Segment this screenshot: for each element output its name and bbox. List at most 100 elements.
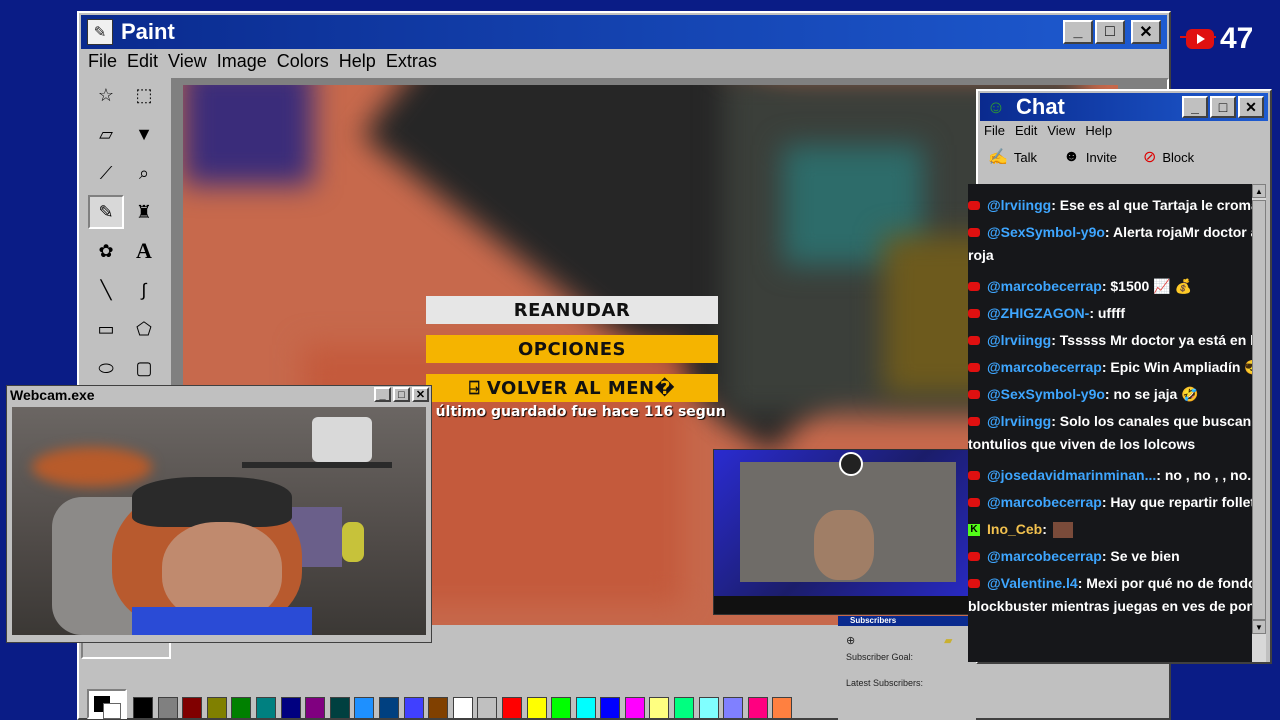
polygon-icon[interactable]: ⬠: [126, 312, 162, 346]
chat-menu-edit[interactable]: Edit: [1015, 123, 1037, 138]
scroll-thumb[interactable]: [1252, 200, 1266, 620]
palette-swatch[interactable]: [575, 697, 596, 719]
back-to-menu-button[interactable]: ⍈ VOLVER AL MEN�: [426, 374, 718, 402]
palette-swatch[interactable]: [723, 697, 744, 719]
palette-swatch[interactable]: [501, 697, 522, 719]
menu-help[interactable]: Help: [336, 51, 379, 75]
chat-username[interactable]: @SexSymbol-y9o: [987, 224, 1105, 240]
palette-swatch[interactable]: [378, 697, 399, 719]
text-icon[interactable]: A: [126, 234, 162, 268]
chat-username[interactable]: @marcobecerrap: [987, 359, 1102, 375]
color-picker-icon[interactable]: ⟋: [88, 156, 124, 190]
webcam-maximize-button[interactable]: □: [393, 387, 410, 402]
ellipse-icon[interactable]: ⬭: [88, 351, 124, 385]
chat-titlebar[interactable]: ☺ Chat _ □ ✕: [980, 93, 1268, 121]
toolbox: ☆ ⬚ ▱ ▼ ⟋ ⌕ ✎ ♜ ✿ A ╲ ∫ ▭ ⬠ ⬭ ▢: [86, 76, 168, 386]
scroll-up-icon[interactable]: ▲: [1252, 184, 1266, 198]
chat-username[interactable]: Ino_Ceb: [987, 521, 1042, 537]
palette-swatch[interactable]: [624, 697, 645, 719]
palette-swatch[interactable]: [133, 697, 153, 719]
chat-username[interactable]: @josedavidmarinminan...: [987, 467, 1156, 483]
youtube-icon: [1186, 29, 1214, 49]
block-icon: ⊘: [1142, 149, 1157, 166]
chat-scrollbar[interactable]: ▲ ▼: [1252, 184, 1266, 662]
paint-menubar: File Edit View Image Colors Help Extras: [85, 51, 440, 75]
webcam-minimize-button[interactable]: _: [374, 387, 391, 402]
chat-messages[interactable]: @lrviingg: Ese es al que Tartaja le crom…: [968, 184, 1256, 662]
chat-username[interactable]: @lrviingg: [987, 332, 1051, 348]
menu-file[interactable]: File: [85, 51, 120, 75]
menu-view[interactable]: View: [165, 51, 210, 75]
menu-colors[interactable]: Colors: [274, 51, 332, 75]
line-icon[interactable]: ╲: [88, 273, 124, 307]
fill-icon[interactable]: ▼: [126, 117, 162, 151]
palette-swatch[interactable]: [280, 697, 301, 719]
chat-menu-help[interactable]: Help: [1085, 123, 1112, 138]
chat-close-button[interactable]: ✕: [1238, 96, 1264, 118]
brush-icon[interactable]: ♜: [126, 195, 162, 229]
chat-username[interactable]: @ZHIGZAGON-: [987, 305, 1089, 321]
airbrush-icon[interactable]: ✿: [88, 234, 124, 268]
magnifier-icon[interactable]: ⌕: [126, 156, 162, 190]
chat-menu-view[interactable]: View: [1047, 123, 1075, 138]
chat-message: @ZHIGZAGON-: uffff: [968, 300, 1256, 326]
palette-swatch[interactable]: [698, 697, 719, 719]
palette-swatch[interactable]: [452, 697, 473, 719]
scroll-down-icon[interactable]: ▼: [1252, 620, 1266, 634]
invite-button[interactable]: ☻ Invite: [1063, 147, 1117, 167]
chat-username[interactable]: @marcobecerrap: [987, 278, 1102, 294]
pencil-icon[interactable]: ✎: [88, 195, 124, 229]
rounded-rect-icon[interactable]: ▢: [126, 351, 162, 385]
palette-swatch[interactable]: [428, 697, 449, 719]
palette-swatch[interactable]: [551, 697, 572, 719]
palette-swatch[interactable]: [477, 697, 498, 719]
palette-swatch[interactable]: [182, 697, 203, 719]
palette-swatch[interactable]: [206, 697, 227, 719]
chat-username[interactable]: @marcobecerrap: [987, 494, 1102, 510]
chat-maximize-button[interactable]: □: [1210, 96, 1236, 118]
rect-select-icon[interactable]: ⬚: [126, 78, 162, 112]
paint-titlebar[interactable]: ✎ Paint _ □ ✕: [81, 15, 1167, 49]
palette-swatch[interactable]: [354, 697, 375, 719]
resume-button[interactable]: REANUDAR: [426, 296, 718, 324]
palette-swatch[interactable]: [747, 697, 768, 719]
chat-minimize-button[interactable]: _: [1182, 96, 1208, 118]
chat-username[interactable]: @SexSymbol-y9o: [987, 386, 1105, 402]
current-colors[interactable]: [87, 689, 127, 719]
palette-swatch[interactable]: [649, 697, 670, 719]
block-button[interactable]: ⊘ Block: [1143, 147, 1194, 167]
eraser-icon[interactable]: ▱: [88, 117, 124, 151]
talk-button[interactable]: ✍ Talk: [988, 147, 1037, 167]
rectangle-icon[interactable]: ▭: [88, 312, 124, 346]
chat-username[interactable]: @Valentine.l4: [987, 575, 1078, 591]
chat-text: :: [1042, 521, 1051, 537]
palette-swatch[interactable]: [772, 697, 793, 719]
chat-menu-file[interactable]: File: [984, 123, 1005, 138]
palette-swatch[interactable]: [157, 697, 178, 719]
curve-icon[interactable]: ∫: [126, 273, 162, 307]
free-select-icon[interactable]: ☆: [88, 78, 124, 112]
last-save-note: l último guardado fue hace 116 segundos: [426, 404, 726, 420]
close-button[interactable]: ✕: [1131, 20, 1161, 44]
chat-username[interactable]: @marcobecerrap: [987, 548, 1102, 564]
palette-swatch[interactable]: [231, 697, 252, 719]
palette-swatch[interactable]: [403, 697, 424, 719]
webcam-close-button[interactable]: ✕: [412, 387, 429, 402]
menu-image[interactable]: Image: [214, 51, 270, 75]
chat-username[interactable]: @lrviingg: [987, 413, 1051, 429]
background-color: [103, 703, 121, 719]
palette-swatch[interactable]: [526, 697, 547, 719]
palette-swatch[interactable]: [255, 697, 276, 719]
palette-swatch[interactable]: [600, 697, 621, 719]
webcam-titlebar[interactable]: Webcam.exe _ □ ✕: [7, 386, 431, 404]
chat-message: @marcobecerrap: Se ve bien: [968, 543, 1256, 569]
palette-swatch[interactable]: [329, 697, 350, 719]
menu-edit[interactable]: Edit: [124, 51, 161, 75]
options-button[interactable]: OPCIONES: [426, 335, 718, 363]
menu-extras[interactable]: Extras: [383, 51, 440, 75]
maximize-button[interactable]: □: [1095, 20, 1125, 44]
minimize-button[interactable]: _: [1063, 20, 1093, 44]
palette-swatch[interactable]: [305, 697, 326, 719]
chat-username[interactable]: @lrviingg: [987, 197, 1051, 213]
palette-swatch[interactable]: [674, 697, 695, 719]
